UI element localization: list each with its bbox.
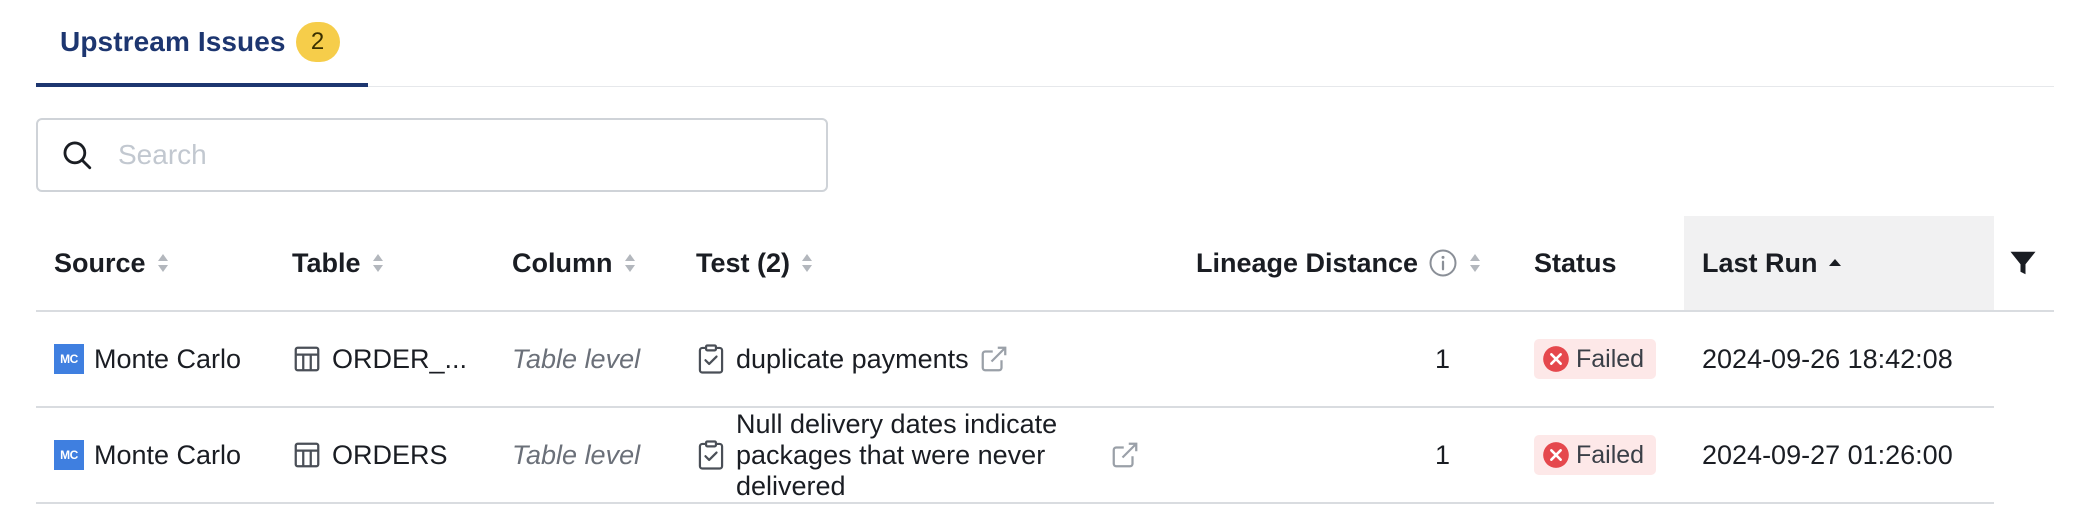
tab-bar: Upstream Issues 2	[36, 0, 2054, 87]
sort-ascending-icon[interactable]	[1828, 251, 1842, 275]
header-status: Status	[1534, 216, 1617, 310]
cell-test[interactable]: duplicate payments	[696, 312, 1186, 406]
cell-last-run: 2024-09-27 01:26:00	[1702, 439, 1953, 470]
header-label: Column	[512, 247, 613, 278]
table-icon	[294, 442, 320, 468]
cell-lineage-distance: 1	[1434, 343, 1450, 374]
tab-label: Upstream Issues	[60, 25, 286, 57]
table-row[interactable]: MC Monte Carlo ORDERS Table level Null d…	[36, 408, 1994, 504]
header-label: Lineage Distance	[1196, 247, 1419, 278]
external-link-icon[interactable]	[979, 344, 1009, 374]
header-column[interactable]: Column	[512, 216, 637, 310]
search-input[interactable]	[118, 139, 798, 171]
table-name: ORDERS	[332, 439, 448, 470]
cell-table[interactable]: ORDERS	[292, 408, 448, 502]
table-name: ORDER_...	[332, 343, 468, 374]
clipboard-check-icon	[698, 440, 724, 470]
search-box[interactable]	[36, 118, 828, 192]
header-label: Test (2)	[696, 247, 791, 278]
header-last-run[interactable]: Last Run	[1684, 216, 1994, 310]
cell-column: Table level	[512, 439, 641, 470]
cell-last-run: 2024-09-26 18:42:08	[1702, 343, 1953, 374]
header-label: Table	[292, 247, 361, 278]
source-name: Monte Carlo	[94, 439, 242, 470]
tab-count-badge: 2	[295, 21, 340, 62]
clipboard-check-icon	[698, 344, 724, 374]
header-label: Last Run	[1702, 247, 1818, 278]
monte-carlo-logo: MC	[54, 344, 84, 374]
table-header: Source Table Column Test (2) Lineage Dis…	[36, 216, 2054, 312]
cell-source: MC Monte Carlo	[54, 408, 241, 502]
filter-icon[interactable]	[2008, 248, 2038, 278]
test-name: duplicate payments	[736, 343, 969, 374]
monte-carlo-logo: MC	[54, 440, 84, 470]
sort-icon[interactable]	[156, 251, 170, 275]
filter-button[interactable]	[2008, 216, 2038, 310]
status-text: Failed	[1576, 344, 1645, 373]
table-icon	[294, 346, 320, 372]
tab-upstream-issues[interactable]: Upstream Issues 2	[36, 0, 368, 87]
status-badge: Failed	[1534, 339, 1657, 379]
error-circle-icon	[1543, 442, 1569, 468]
source-name: Monte Carlo	[94, 343, 242, 374]
header-table[interactable]: Table	[292, 216, 385, 310]
status-badge: Failed	[1534, 435, 1657, 475]
test-name: Null delivery dates indicate packages th…	[736, 408, 1058, 501]
cell-status: Failed	[1534, 408, 1657, 502]
sort-icon[interactable]	[1468, 251, 1482, 275]
header-label: Status	[1534, 247, 1617, 278]
header-source[interactable]: Source	[54, 216, 170, 310]
external-link-icon[interactable]	[1110, 440, 1140, 470]
status-text: Failed	[1576, 440, 1645, 469]
search-icon	[63, 141, 92, 170]
cell-source: MC Monte Carlo	[54, 312, 241, 406]
info-icon[interactable]	[1428, 248, 1458, 278]
sort-icon[interactable]	[371, 251, 385, 275]
error-circle-icon	[1543, 346, 1569, 372]
sort-icon[interactable]	[800, 251, 814, 275]
cell-test[interactable]: Null delivery dates indicate packages th…	[696, 408, 1186, 502]
cell-lineage-distance: 1	[1434, 439, 1450, 470]
cell-column: Table level	[512, 343, 641, 374]
upstream-issues-table: Source Table Column Test (2) Lineage Dis…	[36, 216, 2054, 504]
cell-status: Failed	[1534, 312, 1657, 406]
table-row[interactable]: MC Monte Carlo ORDER_... Table level dup…	[36, 312, 1994, 408]
header-label: Source	[54, 247, 146, 278]
cell-table[interactable]: ORDER_...	[292, 312, 467, 406]
header-lineage-distance[interactable]: Lineage Distance	[1196, 216, 1482, 310]
sort-icon[interactable]	[623, 251, 637, 275]
header-test[interactable]: Test (2)	[696, 216, 814, 310]
